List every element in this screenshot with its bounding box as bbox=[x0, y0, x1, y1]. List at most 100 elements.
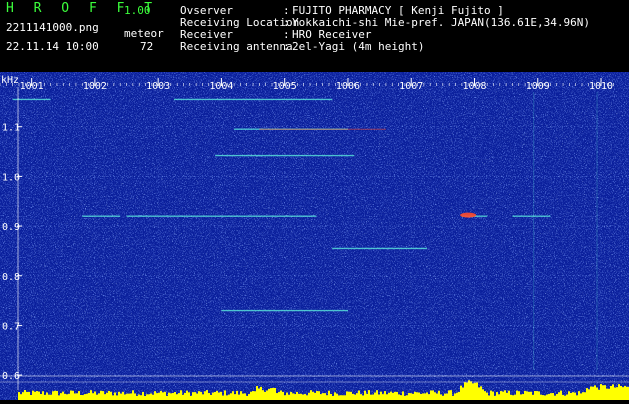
noise-bar bbox=[518, 391, 520, 400]
noise-bar bbox=[256, 386, 258, 400]
noise-bar bbox=[420, 393, 422, 400]
noise-bar bbox=[134, 393, 136, 400]
noise-bar bbox=[470, 381, 472, 400]
noise-bar bbox=[54, 390, 56, 400]
noise-bar bbox=[498, 394, 500, 400]
noise-bar bbox=[526, 391, 528, 400]
noise-bar bbox=[34, 391, 36, 400]
noise-bar bbox=[560, 390, 562, 400]
noise-bar bbox=[98, 393, 100, 400]
noise-bar bbox=[80, 394, 82, 400]
noise-bar bbox=[430, 390, 432, 400]
noise-bar bbox=[152, 394, 154, 400]
noise-bar bbox=[398, 394, 400, 400]
noise-bar bbox=[442, 395, 444, 400]
noise-bar bbox=[180, 390, 182, 400]
noise-bar bbox=[266, 390, 268, 400]
noise-bar bbox=[546, 394, 548, 400]
noise-bar bbox=[240, 391, 242, 400]
noise-bar bbox=[314, 392, 316, 400]
noise-bar bbox=[204, 391, 206, 400]
noise-bar bbox=[90, 390, 92, 400]
noise-bar bbox=[466, 382, 468, 400]
noise-bar bbox=[76, 393, 78, 400]
noise-bar bbox=[22, 392, 24, 400]
noise-bar bbox=[130, 393, 132, 400]
noise-bar bbox=[44, 394, 46, 400]
noise-bar bbox=[280, 390, 282, 400]
noise-bar bbox=[512, 395, 514, 400]
noise-bar bbox=[252, 391, 254, 400]
noise-bar bbox=[472, 383, 474, 400]
noise-bar bbox=[346, 391, 348, 400]
noise-bar bbox=[170, 393, 172, 400]
noise-bar bbox=[552, 393, 554, 400]
noise-bar bbox=[534, 391, 536, 400]
noise-bar bbox=[604, 385, 606, 400]
noise-bar bbox=[154, 391, 156, 400]
noise-bar bbox=[366, 393, 368, 400]
noise-bar bbox=[598, 389, 600, 400]
noise-bar bbox=[336, 393, 338, 400]
noise-bar bbox=[138, 394, 140, 400]
noise-bar bbox=[174, 392, 176, 400]
noise-bar bbox=[462, 387, 464, 400]
noise-bar bbox=[352, 393, 354, 400]
noise-bar bbox=[614, 387, 616, 400]
noise-bar bbox=[532, 394, 534, 400]
noise-bar bbox=[274, 387, 276, 400]
noise-bar bbox=[422, 393, 424, 400]
noise-bar bbox=[624, 385, 626, 400]
noise-bar bbox=[590, 386, 592, 400]
noise-bar bbox=[460, 385, 462, 400]
field-sep: : bbox=[283, 40, 290, 53]
noise-bar bbox=[454, 393, 456, 400]
noise-bar bbox=[234, 394, 236, 400]
noise-bar bbox=[186, 390, 188, 400]
noise-bar bbox=[104, 394, 106, 400]
noise-bar bbox=[464, 382, 466, 400]
noise-bar bbox=[176, 394, 178, 400]
noise-bar bbox=[312, 391, 314, 400]
noise-bar bbox=[122, 391, 124, 400]
noise-bar bbox=[52, 391, 54, 400]
noise-bar bbox=[406, 395, 408, 400]
field-label-antenna: Receiving antenna bbox=[180, 40, 293, 53]
noise-bar bbox=[378, 394, 380, 400]
noise-bar bbox=[396, 391, 398, 400]
noise-bar bbox=[412, 393, 414, 400]
noise-bar bbox=[308, 392, 310, 400]
y-tick-label: 1.0 bbox=[2, 172, 20, 183]
noise-bar bbox=[524, 390, 526, 400]
noise-bar bbox=[24, 390, 26, 400]
noise-bar bbox=[190, 395, 192, 400]
noise-bar bbox=[310, 390, 312, 400]
noise-bar bbox=[222, 395, 224, 400]
noise-bar bbox=[616, 387, 618, 400]
noise-bar bbox=[414, 391, 416, 400]
noise-bar bbox=[580, 393, 582, 400]
noise-bar bbox=[208, 393, 210, 400]
noise-bar bbox=[248, 394, 250, 400]
noise-bar bbox=[528, 391, 530, 400]
noise-bar bbox=[408, 393, 410, 400]
noise-bar bbox=[554, 395, 556, 400]
noise-bar bbox=[86, 393, 88, 400]
noise-bar bbox=[292, 393, 294, 400]
noise-bar bbox=[286, 392, 288, 400]
noise-bar bbox=[108, 390, 110, 400]
noise-bar bbox=[568, 391, 570, 400]
noise-bar bbox=[602, 385, 604, 400]
noise-bar bbox=[158, 392, 160, 400]
x-tick-label: 1003 bbox=[146, 81, 170, 92]
noise-bar bbox=[350, 391, 352, 400]
noise-bar bbox=[374, 392, 376, 400]
noise-bar bbox=[128, 393, 130, 400]
noise-bar bbox=[500, 391, 502, 400]
meteor-count: 72 bbox=[140, 40, 154, 53]
noise-bar bbox=[418, 392, 420, 400]
y-tick-label: 0.9 bbox=[2, 222, 20, 233]
noise-bar bbox=[92, 393, 94, 400]
noise-bar bbox=[458, 391, 460, 400]
noise-bar bbox=[288, 394, 290, 400]
